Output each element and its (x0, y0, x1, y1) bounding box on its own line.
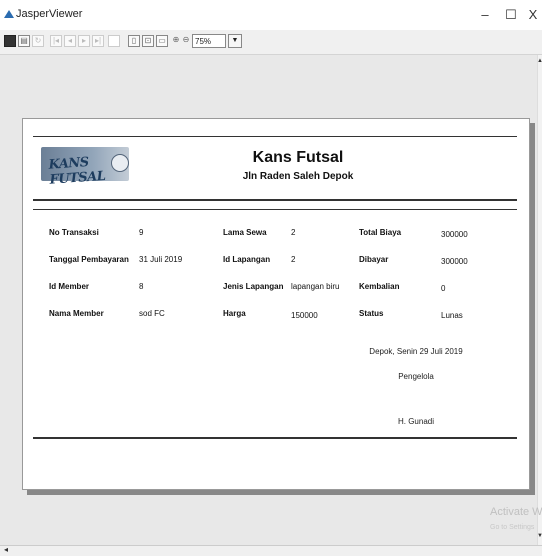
value-kembalian: 0 (441, 284, 446, 293)
minimize-button[interactable]: – (472, 4, 498, 26)
app-icon (4, 10, 14, 18)
company-address: Jln Raden Saleh Depok (242, 171, 354, 182)
label-nama-member: Nama Member (49, 309, 104, 318)
save-icon[interactable] (4, 35, 16, 47)
value-harga: 150000 (291, 311, 318, 320)
value-status: Lunas (441, 311, 463, 320)
label-tanggal-pembayaran: Tanggal Pembayaran (49, 255, 129, 264)
value-nama-member: sod FC (139, 309, 165, 318)
signature-name: H. Gunadi (397, 417, 435, 426)
next-page-icon[interactable]: ▸ (78, 35, 90, 47)
label-id-member: Id Member (49, 282, 90, 291)
value-jenis-lapangan: lapangan biru (291, 282, 340, 291)
ball-icon (111, 154, 129, 172)
zoom-select[interactable]: 75% (192, 34, 226, 48)
value-id-member: 8 (139, 282, 144, 291)
label-status: Status (359, 309, 384, 318)
value-id-lapangan: 2 (291, 255, 296, 264)
activation-watermark: Activate W (490, 506, 542, 518)
report-page: KANS FUTSAL Kans Futsal Jln Raden Saleh … (22, 118, 530, 490)
last-page-icon[interactable]: ▸| (92, 35, 104, 47)
value-no-transaksi: 9 (139, 228, 144, 237)
value-dibayar: 300000 (441, 257, 468, 266)
actual-size-icon[interactable]: ▯ (128, 35, 140, 47)
chevron-down-icon[interactable]: ▼ (228, 34, 242, 48)
top-rule (33, 136, 517, 137)
print-icon[interactable]: ▤ (18, 35, 30, 47)
header-rule-1 (33, 199, 517, 201)
label-lama-sewa: Lama Sewa (223, 228, 267, 237)
value-tanggal-pembayaran: 31 Juli 2019 (139, 255, 183, 264)
window-titlebar: JasperViewer – ☐ X (0, 0, 542, 30)
value-total-biaya: 300000 (441, 230, 468, 239)
header-rule-2 (33, 209, 517, 210)
label-id-lapangan: Id Lapangan (223, 255, 271, 264)
zoom-out-icon[interactable]: ⊖ (180, 35, 192, 47)
label-no-transaksi: No Transaksi (49, 228, 99, 237)
label-jenis-lapangan: Jenis Lapangan (223, 282, 284, 291)
previous-page-icon[interactable]: ◂ (64, 35, 76, 47)
first-page-icon[interactable]: |◂ (50, 35, 62, 47)
label-dibayar: Dibayar (359, 255, 389, 264)
fit-width-icon[interactable]: ▭ (156, 35, 168, 47)
fit-page-icon[interactable]: ⊡ (142, 35, 154, 47)
company-name: Kans Futsal (252, 149, 344, 166)
window-title: JasperViewer (16, 8, 83, 20)
value-lama-sewa: 2 (291, 228, 296, 237)
signature-role: Pengelola (398, 372, 434, 381)
company-logo: KANS FUTSAL (41, 147, 129, 188)
label-kembalian: Kembalian (359, 282, 400, 291)
viewer-toolbar: ▤ ↻ |◂ ◂ ▸ ▸| ▯ ⊡ ▭ ⊕ ⊖ 75% ▼ (0, 30, 542, 55)
activation-watermark-subtext: Go to Settings (490, 524, 535, 531)
signature-place-date: Depok, Senin 29 Juli 2019 (369, 347, 463, 356)
horizontal-scrollbar[interactable] (0, 545, 542, 556)
bottom-rule (33, 437, 517, 439)
reload-icon[interactable]: ↻ (32, 35, 44, 47)
scroll-down-icon[interactable]: ▼ (537, 533, 542, 539)
label-total-biaya: Total Biaya (359, 228, 402, 237)
scroll-up-icon[interactable]: ▲ (537, 58, 542, 64)
label-harga: Harga (223, 309, 246, 318)
scroll-left-icon[interactable]: ◂ (4, 545, 8, 554)
close-button[interactable]: X (520, 4, 542, 26)
page-number-input[interactable] (108, 35, 120, 47)
vertical-scrollbar[interactable] (537, 55, 542, 545)
